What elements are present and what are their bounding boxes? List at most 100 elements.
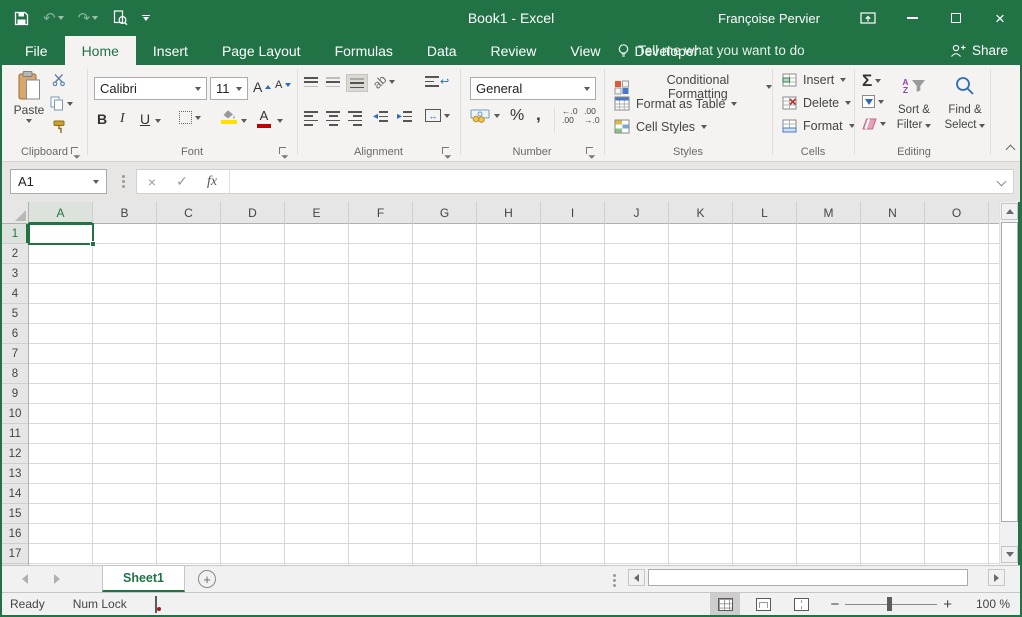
grid-cells[interactable] <box>29 224 999 565</box>
row-header-3[interactable]: 3 <box>2 264 28 284</box>
zoom-out-button[interactable]: − <box>830 596 839 613</box>
vertical-scrollbar[interactable] <box>999 202 1018 565</box>
row-header-2[interactable]: 2 <box>2 244 28 264</box>
clear-button[interactable] <box>862 118 886 130</box>
find-select-button[interactable]: Find & Select <box>942 69 988 133</box>
orientation-button[interactable]: ab <box>370 72 396 92</box>
bottom-align-button[interactable] <box>346 74 368 93</box>
wrap-text-button[interactable]: ↩ <box>425 75 449 88</box>
column-header-n[interactable]: N <box>861 202 925 224</box>
tab-review[interactable]: Review <box>474 36 554 65</box>
delete-cells-button[interactable]: Delete <box>782 96 852 110</box>
row-header-6[interactable]: 6 <box>2 324 28 344</box>
column-header-l[interactable]: L <box>733 202 797 224</box>
percent-style-button[interactable]: % <box>510 107 524 125</box>
cell-styles-button[interactable]: Cell Styles <box>614 119 708 134</box>
row-header-7[interactable]: 7 <box>2 344 28 364</box>
row-header-12[interactable]: 12 <box>2 444 28 464</box>
expand-formula-bar-button[interactable] <box>989 170 1013 193</box>
row-header-11[interactable]: 11 <box>2 424 28 444</box>
font-dialog-launcher[interactable] <box>279 147 289 157</box>
sheet-nav-right-button[interactable] <box>42 566 72 592</box>
tab-data[interactable]: Data <box>410 36 474 65</box>
selected-cell[interactable] <box>28 223 96 247</box>
column-header-partial[interactable] <box>989 202 999 224</box>
row-header-9[interactable]: 9 <box>2 384 28 404</box>
sheet-tab-sheet1[interactable]: Sheet1 <box>102 566 185 592</box>
column-header-d[interactable]: D <box>221 202 285 224</box>
decrease-decimal-button[interactable]: .00 →.0 <box>584 107 600 125</box>
row-header-8[interactable]: 8 <box>2 364 28 384</box>
share-button[interactable]: Share <box>950 36 1008 65</box>
vertical-scrollbar-thumb[interactable] <box>1001 222 1018 522</box>
redo-button[interactable]: ↷ <box>78 11 99 26</box>
cut-button[interactable] <box>52 73 65 86</box>
bold-button[interactable]: B <box>97 111 107 127</box>
column-header-g[interactable]: G <box>413 202 477 224</box>
minimize-button[interactable] <box>890 0 934 36</box>
collapse-ribbon-button[interactable] <box>1005 141 1016 156</box>
scroll-down-button[interactable] <box>1001 546 1018 563</box>
borders-button[interactable] <box>179 111 201 124</box>
increase-indent-button[interactable]: ▸ <box>397 111 413 122</box>
column-header-f[interactable]: F <box>349 202 413 224</box>
scroll-up-button[interactable] <box>1001 203 1018 220</box>
clipboard-dialog-launcher[interactable] <box>71 147 81 157</box>
tell-me-box[interactable]: Tell me what you want to do <box>616 36 805 65</box>
number-dialog-launcher[interactable] <box>586 147 596 157</box>
font-color-dropdown-icon[interactable] <box>277 119 283 123</box>
column-header-c[interactable]: C <box>157 202 221 224</box>
align-center-button[interactable] <box>326 111 340 126</box>
row-header-15[interactable]: 15 <box>2 504 28 524</box>
align-left-button[interactable] <box>304 111 318 126</box>
column-header-m[interactable]: M <box>797 202 861 224</box>
paste-button[interactable]: Paste <box>10 70 48 146</box>
name-box[interactable]: A1 <box>10 169 107 194</box>
zoom-slider-thumb[interactable] <box>887 597 893 611</box>
format-cells-button[interactable]: Format <box>782 119 855 133</box>
insert-cells-button[interactable]: Insert <box>782 73 847 87</box>
column-header-a[interactable]: A <box>29 202 93 224</box>
column-header-e[interactable]: E <box>285 202 349 224</box>
format-painter-button[interactable] <box>52 120 66 134</box>
row-header-13[interactable]: 13 <box>2 464 28 484</box>
scroll-right-button[interactable] <box>988 569 1005 586</box>
row-header-1[interactable]: 1 <box>2 224 28 244</box>
tab-page-layout[interactable]: Page Layout <box>205 36 318 65</box>
save-button[interactable] <box>14 11 29 26</box>
qat-customize-button[interactable] <box>142 14 151 22</box>
formula-bar-splitter[interactable] <box>122 175 125 178</box>
horizontal-scrollbar[interactable] <box>628 569 1006 588</box>
row-header-10[interactable]: 10 <box>2 404 28 424</box>
tab-formulas[interactable]: Formulas <box>318 36 410 65</box>
alignment-dialog-launcher[interactable] <box>442 147 452 157</box>
underline-button[interactable]: U <box>140 111 150 127</box>
merge-center-button[interactable]: ↔ <box>425 109 450 122</box>
tab-view[interactable]: View <box>553 36 617 65</box>
tab-scroll-splitter[interactable] <box>613 574 616 577</box>
horizontal-scrollbar-thumb[interactable] <box>648 569 968 586</box>
enter-button[interactable]: ✓ <box>167 170 197 193</box>
sort-filter-button[interactable]: AZ Sort & Filter <box>890 69 938 133</box>
italic-button[interactable]: I <box>120 111 125 127</box>
macro-record-button[interactable] <box>154 595 157 613</box>
new-sheet-button[interactable]: + <box>198 570 216 588</box>
decrease-indent-button[interactable]: ◂ <box>373 111 389 122</box>
font-name-select[interactable]: Calibri <box>94 77 207 100</box>
select-all-button[interactable] <box>2 202 29 224</box>
row-header-4[interactable]: 4 <box>2 284 28 304</box>
tab-file[interactable]: File <box>8 36 65 65</box>
underline-dropdown-icon[interactable] <box>155 119 161 123</box>
zoom-slider[interactable] <box>845 597 938 611</box>
column-header-b[interactable]: B <box>93 202 157 224</box>
comma-style-button[interactable]: , <box>536 105 541 125</box>
scroll-left-button[interactable] <box>628 569 645 586</box>
accounting-format-button[interactable] <box>470 109 500 123</box>
ribbon-display-options-button[interactable] <box>846 0 890 36</box>
print-preview-button[interactable] <box>112 10 128 26</box>
column-header-j[interactable]: J <box>605 202 669 224</box>
column-header-i[interactable]: I <box>541 202 605 224</box>
align-right-button[interactable] <box>348 111 362 126</box>
normal-view-button[interactable] <box>710 593 741 615</box>
row-header-17[interactable]: 17 <box>2 544 28 564</box>
